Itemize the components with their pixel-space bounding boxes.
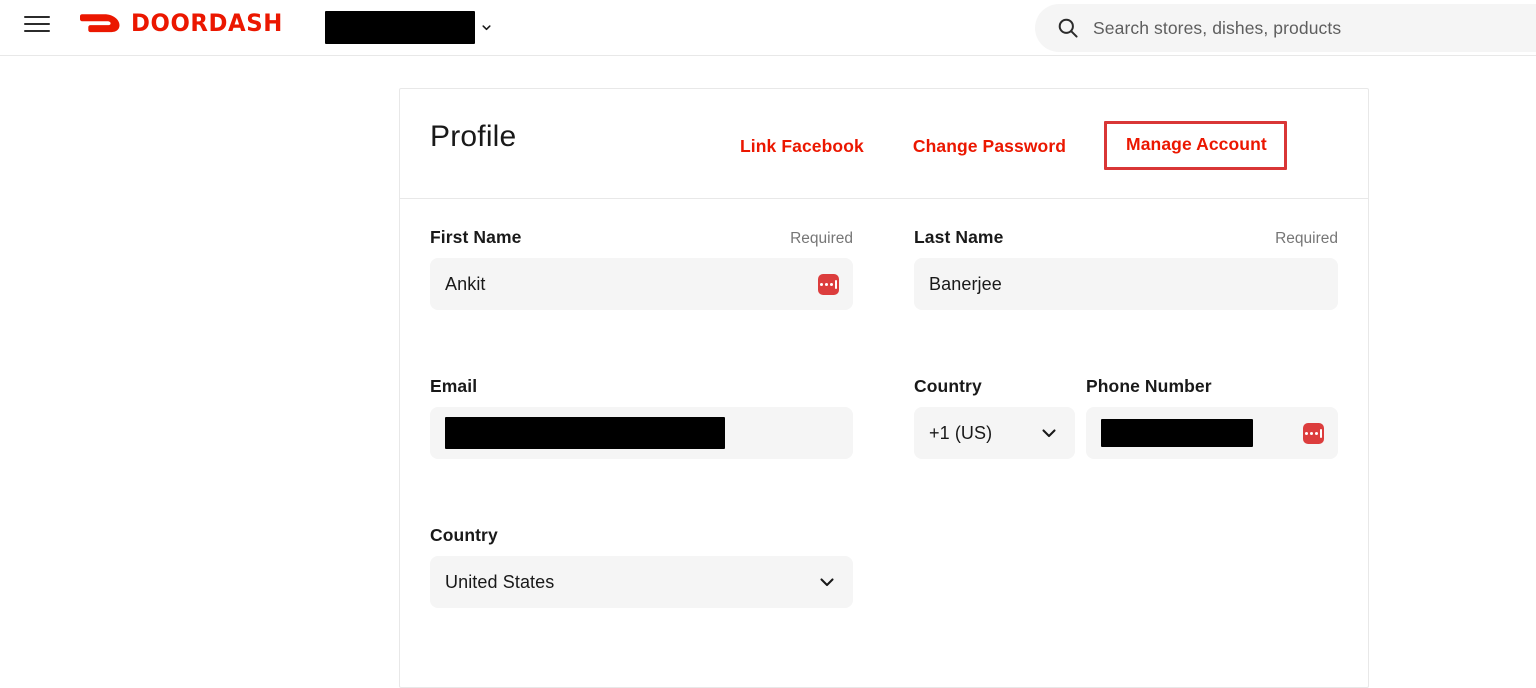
last-name-input[interactable]: Banerjee [914, 258, 1338, 310]
profile-header-links: Link Facebook Change Password Manage Acc… [740, 121, 1287, 170]
chevron-down-icon [482, 25, 491, 31]
phone-number-redaction [1101, 419, 1253, 447]
change-password-link[interactable]: Change Password [913, 136, 1066, 157]
last-name-value: Banerjee [929, 273, 1002, 294]
email-field: Email [430, 376, 853, 459]
hamburger-menu-icon[interactable] [24, 14, 50, 34]
phone-number-input[interactable] [1086, 407, 1338, 459]
country-label: Country [430, 525, 498, 545]
delivery-address-selector[interactable] [325, 11, 492, 44]
hamburger-line [24, 16, 50, 18]
pm-bar [835, 279, 837, 289]
password-manager-icon[interactable] [818, 273, 839, 295]
address-redaction [325, 11, 475, 44]
pm-dot [830, 282, 833, 286]
first-name-required-text: Required [790, 230, 853, 247]
email-label: Email [430, 376, 478, 396]
doordash-dash-icon [80, 14, 120, 33]
chevron-down-icon [1042, 429, 1056, 438]
country-code-label: Country [914, 376, 982, 396]
first-name-label: First Name [430, 227, 522, 247]
doordash-logo[interactable]: DOORDASH [78, 11, 291, 35]
first-name-label-row: First Name Required [430, 227, 853, 248]
top-navigation-bar: DOORDASH Search stores, dishes, products [0, 0, 1536, 56]
chevron-down-icon [820, 578, 834, 587]
hamburger-line [24, 23, 50, 25]
profile-card: Profile Link Facebook Change Password Ma… [399, 88, 1369, 688]
first-name-field: First Name Required Ankit [430, 227, 853, 310]
search-input[interactable]: Search stores, dishes, products [1035, 4, 1536, 52]
phone-number-label: Phone Number [1086, 376, 1212, 396]
last-name-label-row: Last Name Required [914, 227, 1338, 248]
phone-number-label-row: Phone Number [1086, 376, 1338, 397]
search-icon [1058, 18, 1078, 38]
country-code-value: +1 (US) [929, 422, 993, 443]
password-manager-icon[interactable] [1303, 422, 1324, 444]
pm-dot [820, 282, 823, 286]
last-name-label: Last Name [914, 227, 1004, 247]
first-name-input[interactable]: Ankit [430, 258, 853, 310]
country-select[interactable]: United States [430, 556, 853, 608]
country-code-label-row: Country [914, 376, 1075, 397]
email-redaction [445, 417, 725, 449]
page-title: Profile [430, 120, 517, 153]
email-label-row: Email [430, 376, 853, 397]
country-field: Country United States [430, 525, 853, 608]
search-placeholder: Search stores, dishes, products [1093, 17, 1342, 38]
pm-dot [825, 282, 828, 286]
pm-dot [1315, 431, 1318, 435]
last-name-field: Last Name Required Banerjee [914, 227, 1338, 310]
hamburger-line [24, 30, 50, 32]
pm-dot [1305, 431, 1308, 435]
country-value: United States [445, 571, 555, 592]
page-body: Profile Link Facebook Change Password Ma… [0, 56, 1536, 688]
doordash-wordmark: DOORDASH [131, 9, 283, 37]
first-name-value: Ankit [445, 273, 486, 294]
last-name-required-text: Required [1275, 230, 1338, 247]
email-input[interactable] [430, 407, 853, 459]
pm-dot [1310, 431, 1313, 435]
manage-account-highlight-box: Manage Account [1104, 121, 1287, 170]
pm-bar [1320, 428, 1322, 438]
country-code-field: Country +1 (US) [914, 376, 1075, 459]
link-facebook-link[interactable]: Link Facebook [740, 136, 864, 157]
manage-account-link[interactable]: Manage Account [1126, 134, 1267, 154]
country-label-row: Country [430, 525, 853, 546]
phone-number-field: Phone Number [1086, 376, 1338, 459]
profile-card-header: Profile Link Facebook Change Password Ma… [400, 89, 1368, 199]
country-code-select[interactable]: +1 (US) [914, 407, 1075, 459]
